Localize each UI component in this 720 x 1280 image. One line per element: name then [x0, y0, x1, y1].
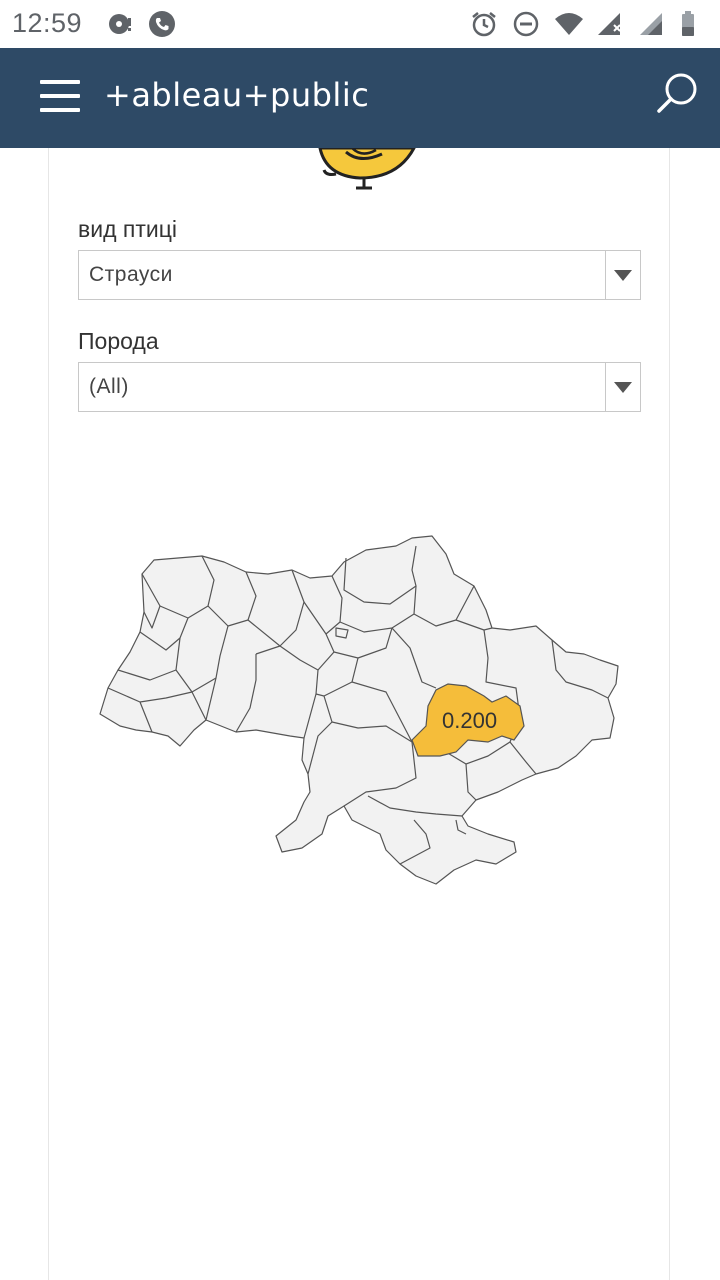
map-country-outline — [99, 535, 619, 885]
phone-icon — [148, 10, 176, 38]
app-bar: +ableau+public — [0, 48, 720, 148]
status-left-icons — [106, 10, 176, 38]
map-region-value-label: 0.200 — [442, 708, 497, 733]
mascot-illustration — [316, 146, 417, 194]
do-not-disturb-icon — [512, 10, 540, 38]
battery-icon — [680, 10, 708, 38]
cast-icon — [106, 10, 134, 38]
status-right-icons — [470, 10, 708, 38]
bird-type-selected-value: Страуси — [89, 263, 173, 286]
breed-label: Порода — [78, 328, 159, 354]
alarm-icon — [470, 10, 498, 38]
tableau-public-logo[interactable]: +ableau+public — [104, 76, 369, 114]
search-icon[interactable] — [654, 70, 702, 118]
bird-type-dropdown[interactable]: Страуси — [78, 250, 641, 300]
wifi-icon — [554, 10, 583, 38]
status-time: 12:59 — [12, 8, 83, 38]
bird-type-label: вид птиці — [78, 216, 177, 242]
ukraine-region-map: 0.200 — [96, 530, 626, 890]
chevron-down-icon[interactable] — [605, 363, 640, 411]
cellular-signal-icon — [596, 10, 624, 38]
cellular-signal-2-icon — [638, 10, 666, 38]
breed-dropdown[interactable]: (All) — [78, 362, 641, 412]
chevron-down-icon[interactable] — [605, 251, 640, 299]
hamburger-menu-icon[interactable] — [40, 80, 80, 114]
status-bar: 12:59 — [0, 0, 720, 48]
breed-selected-value: (All) — [89, 375, 129, 398]
